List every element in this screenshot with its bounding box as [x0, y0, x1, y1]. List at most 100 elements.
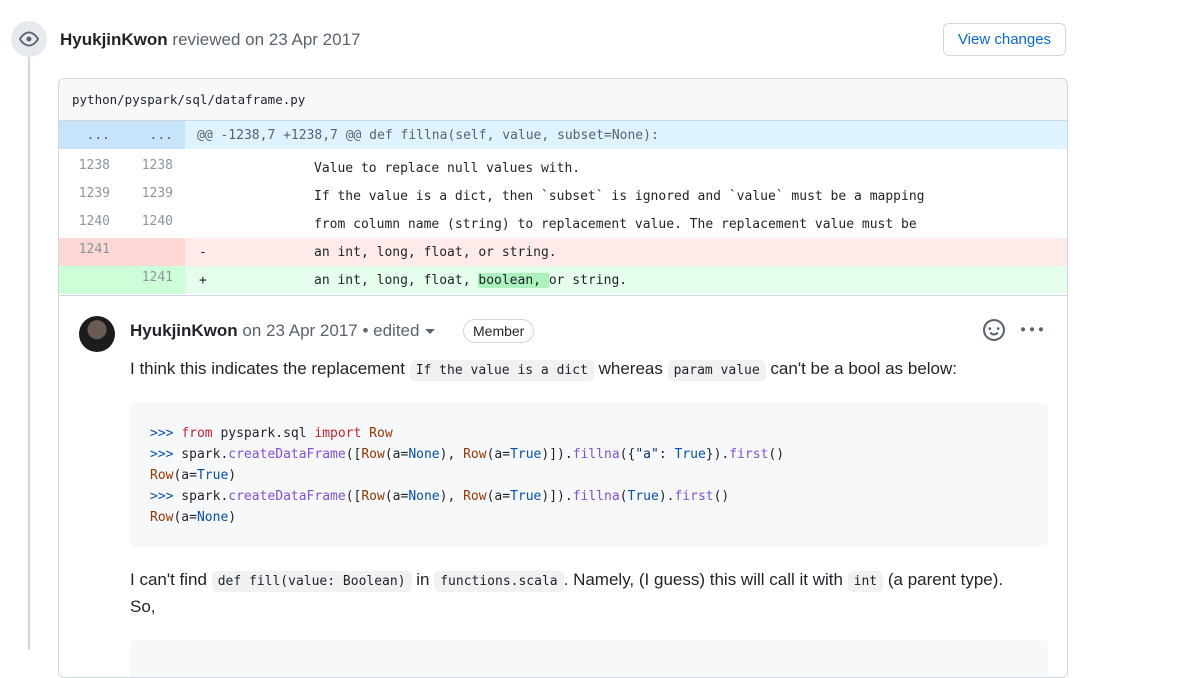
- code-token: spark.: [173, 489, 229, 504]
- code-token: "a": [635, 447, 659, 462]
- code-token: (a=: [384, 489, 409, 504]
- code-token: ([: [345, 489, 362, 504]
- diff-row-deleted: 1241 - an int, long, float, or string.: [59, 238, 1067, 266]
- review-header: HyukjinKwon reviewed on 23 Apr 2017: [60, 30, 361, 50]
- code-token: None: [408, 447, 440, 462]
- code-token: (a=: [173, 468, 197, 483]
- code-token: :: [658, 447, 675, 462]
- view-changes-button[interactable]: View changes: [943, 23, 1066, 56]
- inline-code: def fill(value: Boolean): [211, 571, 412, 592]
- code-token: (a=: [384, 447, 409, 462]
- code-token: ): [228, 510, 237, 525]
- comment-header: HyukjinKwon on 23 Apr 2017 • edited: [130, 321, 436, 341]
- text: . Namely, (I guess) this will call it wi…: [563, 570, 848, 589]
- code-token: Row: [361, 426, 393, 441]
- old-line-number[interactable]: 1238: [59, 154, 122, 182]
- code-token: first: [674, 489, 714, 504]
- review-action: reviewed on 23 Apr 2017: [172, 30, 361, 49]
- code-token: >>>: [150, 447, 174, 462]
- comment-author[interactable]: HyukjinKwon: [130, 321, 238, 340]
- member-badge: Member: [463, 319, 535, 343]
- text: (a parent type).: [883, 570, 1004, 589]
- text: whereas: [593, 359, 668, 378]
- diff-code: If the value is a dict, then `subset` is…: [314, 189, 925, 204]
- eye-icon: [11, 21, 47, 57]
- code-token: )]).: [541, 489, 573, 504]
- diff-code-after: or string.: [548, 273, 628, 288]
- old-line-number[interactable]: 1240: [59, 210, 122, 238]
- old-line-number[interactable]: [59, 266, 122, 294]
- diff-code: an int, long, float, boolean, or string.: [314, 273, 627, 288]
- comment-paragraph: I think this indicates the replacement I…: [130, 359, 958, 381]
- diff-code-highlight: boolean,: [478, 273, 549, 288]
- code-token: ([: [345, 447, 362, 462]
- inline-code: If the value is a dict: [409, 360, 594, 381]
- code-token: Row: [463, 447, 487, 462]
- code-token: Row: [361, 447, 385, 462]
- code-token: (): [768, 447, 785, 462]
- code-token: (: [619, 489, 628, 504]
- code-token: ),: [439, 447, 464, 462]
- text: I can't find: [130, 570, 212, 589]
- timeline-line: [28, 50, 30, 650]
- text: I think this indicates the replacement: [130, 359, 410, 378]
- code-token: import: [314, 426, 362, 441]
- code-token: }).: [705, 447, 730, 462]
- new-line-number[interactable]: [122, 238, 185, 266]
- caret-down-icon[interactable]: [425, 329, 436, 335]
- code-token: True: [510, 489, 542, 504]
- code-token: True: [196, 468, 229, 483]
- old-line-number[interactable]: 1239: [59, 182, 122, 210]
- avatar[interactable]: [79, 316, 115, 352]
- code-block: >>> from pyspark.sql import Row >>> spar…: [130, 403, 1048, 547]
- code-token: >>>: [150, 489, 174, 504]
- new-line-number[interactable]: 1240: [122, 210, 185, 238]
- inline-code: param value: [667, 360, 766, 381]
- code-token: ): [228, 468, 237, 483]
- diff-sign: -: [199, 245, 207, 260]
- code-token: Row: [463, 489, 487, 504]
- code-token: createDataFrame: [228, 447, 346, 462]
- diff-code: Value to replace null values with.: [314, 161, 581, 176]
- code-token: Row: [150, 510, 174, 525]
- comment-meta[interactable]: on 23 Apr 2017 • edited: [242, 321, 419, 340]
- old-line-number[interactable]: 1241: [59, 238, 122, 266]
- code-token: fillna: [572, 447, 620, 462]
- code-token: fillna: [572, 489, 620, 504]
- code-token: )]).: [541, 447, 573, 462]
- code-token: ({: [619, 447, 636, 462]
- new-line-number[interactable]: 1239: [122, 182, 185, 210]
- review-author[interactable]: HyukjinKwon: [60, 30, 168, 49]
- code-token: None: [408, 489, 440, 504]
- text: in: [411, 570, 435, 589]
- inline-code: int: [847, 571, 884, 592]
- code-block: [130, 640, 1048, 677]
- code-token: (a=: [486, 447, 511, 462]
- new-line-number[interactable]: 1241: [122, 266, 185, 294]
- comment-divider: [59, 295, 1067, 296]
- diff-code-before: an int, long, float,: [314, 273, 479, 288]
- diff-row: 1238 1238 Value to replace null values w…: [59, 154, 1067, 182]
- comment-paragraph: So,: [130, 597, 156, 616]
- inline-code: functions.scala: [434, 571, 564, 592]
- code-token: createDataFrame: [228, 489, 346, 504]
- review-card: python/pyspark/sql/dataframe.py ... ... …: [58, 78, 1068, 678]
- code-token: ),: [439, 489, 464, 504]
- code-token: from: [181, 426, 213, 441]
- code-token: True: [627, 489, 659, 504]
- code-token: Row: [361, 489, 385, 504]
- kebab-horizontal-icon[interactable]: [1021, 319, 1043, 341]
- code-token: spark.: [173, 447, 229, 462]
- diff-row-added: 1241 + an int, long, float, boolean, or …: [59, 266, 1067, 294]
- file-path[interactable]: python/pyspark/sql/dataframe.py: [59, 79, 1067, 121]
- new-line-number[interactable]: 1238: [122, 154, 185, 182]
- diff-code: an int, long, float, or string.: [314, 245, 557, 260]
- text: can't be a bool as below:: [765, 359, 958, 378]
- code-token: True: [674, 447, 706, 462]
- diff-sign: +: [199, 273, 207, 288]
- code-token: True: [510, 447, 542, 462]
- smiley-icon[interactable]: [983, 319, 1005, 341]
- comment-paragraph: I can't find def fill(value: Boolean) in…: [130, 570, 1004, 592]
- diff-row: 1239 1239 If the value is a dict, then `…: [59, 182, 1067, 210]
- code-token: >>>: [150, 426, 174, 441]
